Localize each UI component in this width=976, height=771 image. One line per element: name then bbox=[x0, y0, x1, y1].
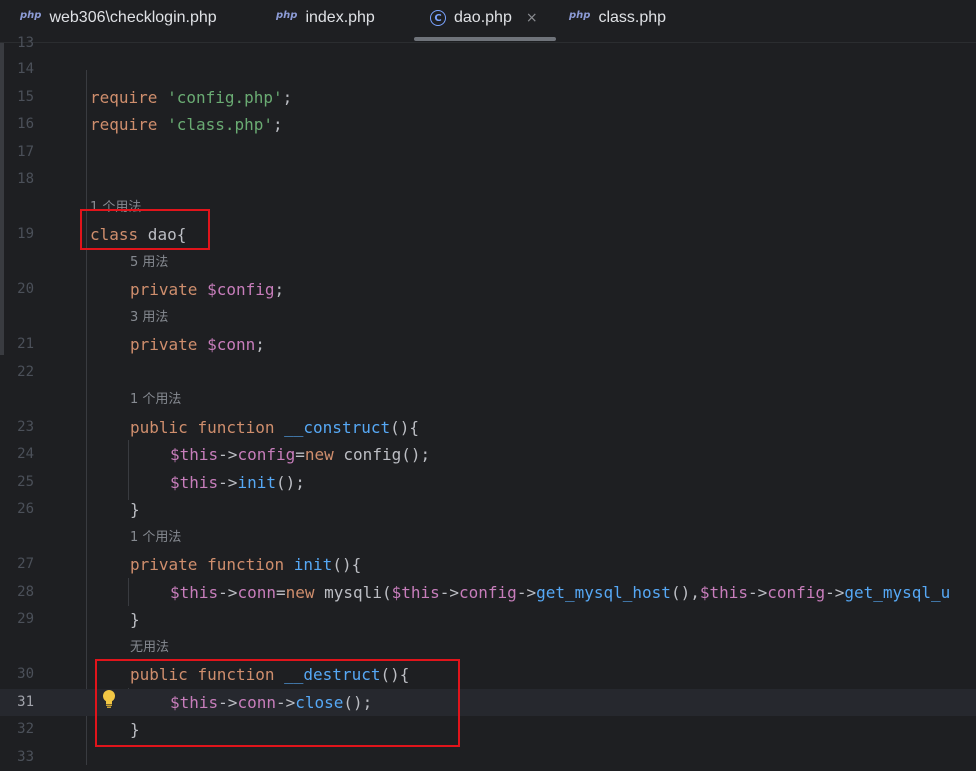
code-text: private $conn; bbox=[130, 335, 265, 354]
line-number: 29 bbox=[17, 611, 34, 627]
line-number: 24 bbox=[17, 446, 34, 462]
tab-label: dao.php bbox=[454, 9, 512, 26]
tab-label: index.php bbox=[305, 9, 375, 26]
code-text: require 'class.php'; bbox=[90, 115, 283, 134]
usage-hint[interactable]: 5 用法 bbox=[130, 253, 168, 273]
line-number: 18 bbox=[17, 171, 34, 187]
code-text: public function __construct(){ bbox=[130, 418, 420, 437]
code-text: private $config; bbox=[130, 280, 285, 299]
tab-label: class.php bbox=[598, 9, 667, 26]
usage-hint[interactable]: 3 用法 bbox=[130, 308, 168, 328]
line-number: 19 bbox=[17, 226, 34, 242]
line-number: 31 bbox=[17, 694, 34, 710]
code-text: $this->config=new config(); bbox=[170, 445, 431, 464]
php-file-icon: php bbox=[276, 9, 298, 21]
line-number: 22 bbox=[17, 364, 34, 380]
line-number: 30 bbox=[17, 666, 34, 682]
annotation-box-class bbox=[80, 209, 210, 250]
code-text: private function init(){ bbox=[130, 555, 362, 574]
code-line: 15 require 'config.php'; bbox=[0, 84, 976, 111]
line-number: 15 bbox=[17, 89, 34, 105]
usage-hint[interactable]: 1 个用法 bbox=[130, 528, 181, 548]
line-number: 25 bbox=[17, 474, 34, 490]
code-line: 18 bbox=[0, 166, 976, 193]
code-line: 16 require 'class.php'; bbox=[0, 111, 976, 138]
php-file-icon: php bbox=[569, 9, 591, 21]
code-line: 22 bbox=[0, 359, 976, 386]
line-number: 27 bbox=[17, 556, 34, 572]
class-file-icon: C bbox=[430, 10, 446, 26]
line-number: 33 bbox=[17, 749, 34, 765]
line-number: 23 bbox=[17, 419, 34, 435]
code-line: 14 bbox=[0, 56, 976, 83]
code-text: } bbox=[130, 610, 140, 629]
code-line: 13 bbox=[0, 30, 976, 57]
line-number: 32 bbox=[17, 721, 34, 737]
code-line: 23 public function __construct(){ bbox=[0, 414, 976, 441]
line-number: 16 bbox=[17, 116, 34, 132]
php-file-icon: php bbox=[20, 9, 42, 21]
code-text: $this->init(); bbox=[170, 473, 305, 492]
tab-label: web306\checklogin.php bbox=[49, 9, 217, 26]
annotation-box-destruct bbox=[95, 659, 460, 747]
close-icon[interactable]: × bbox=[526, 10, 538, 26]
code-line: 20 private $config; bbox=[0, 276, 976, 303]
code-line: 26 } bbox=[0, 496, 976, 523]
line-number: 26 bbox=[17, 501, 34, 517]
line-number: 20 bbox=[17, 281, 34, 297]
code-text: $this->conn=new mysqli($this->config->ge… bbox=[170, 583, 951, 602]
line-number: 17 bbox=[17, 144, 34, 160]
code-line: 24 $this->config=new config(); bbox=[0, 441, 976, 468]
code-text: require 'config.php'; bbox=[90, 88, 293, 107]
line-number: 21 bbox=[17, 336, 34, 352]
line-number: 14 bbox=[17, 61, 34, 77]
code-line: 29 } bbox=[0, 606, 976, 633]
code-line: 28 $this->conn=new mysqli($this->config-… bbox=[0, 579, 976, 606]
code-text: } bbox=[130, 500, 140, 519]
code-line: 25 $this->init(); bbox=[0, 469, 976, 496]
usage-hint[interactable]: 无用法 bbox=[130, 638, 169, 658]
usage-hint[interactable]: 1 个用法 bbox=[130, 390, 181, 410]
code-line: 33 bbox=[0, 744, 976, 771]
code-line: 27 private function init(){ bbox=[0, 551, 976, 578]
code-line: 17 bbox=[0, 139, 976, 166]
line-number: 28 bbox=[17, 584, 34, 600]
code-line: 21 private $conn; bbox=[0, 331, 976, 358]
line-number: 13 bbox=[17, 35, 34, 51]
